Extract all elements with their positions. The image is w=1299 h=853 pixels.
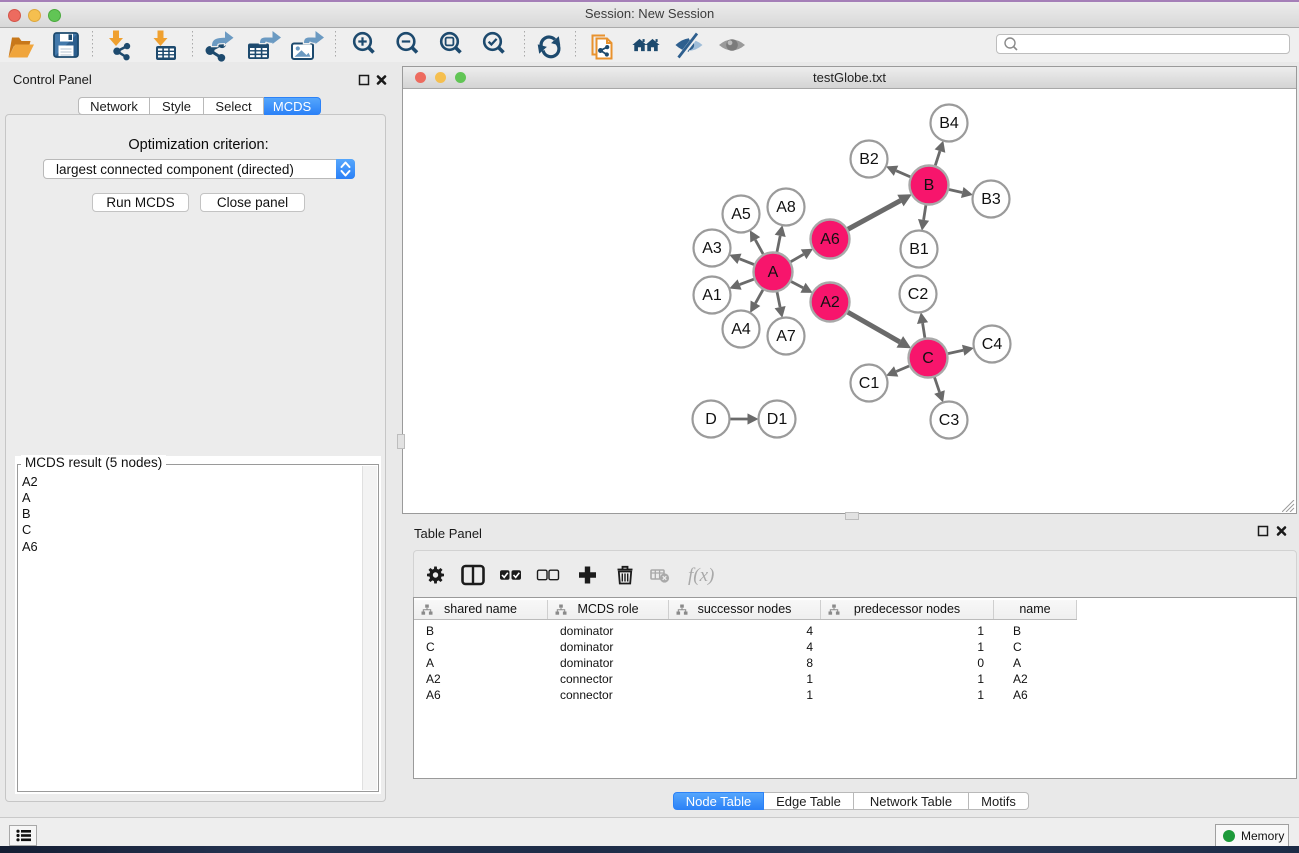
- svg-text:A2: A2: [820, 294, 840, 311]
- svg-text:C2: C2: [908, 286, 929, 303]
- svg-text:B1: B1: [909, 241, 929, 258]
- svg-text:f(x): f(x): [688, 565, 714, 586]
- svg-text:C4: C4: [982, 336, 1003, 353]
- svg-text:A4: A4: [731, 321, 751, 338]
- svg-text:B3: B3: [981, 191, 1001, 208]
- svg-text:C1: C1: [859, 375, 880, 392]
- svg-text:A3: A3: [702, 240, 722, 257]
- svg-text:B4: B4: [939, 115, 959, 132]
- svg-text:A8: A8: [776, 199, 796, 216]
- svg-text:B: B: [924, 177, 935, 194]
- svg-text:B2: B2: [859, 151, 879, 168]
- svg-text:A: A: [768, 264, 779, 281]
- svg-text:A7: A7: [776, 328, 796, 345]
- svg-text:A1: A1: [702, 287, 722, 304]
- svg-text:D1: D1: [767, 411, 788, 428]
- svg-text:A6: A6: [820, 231, 840, 248]
- svg-text:C3: C3: [939, 412, 960, 429]
- svg-text:D: D: [705, 411, 717, 428]
- svg-text:A5: A5: [731, 206, 751, 223]
- svg-text:C: C: [922, 350, 934, 367]
